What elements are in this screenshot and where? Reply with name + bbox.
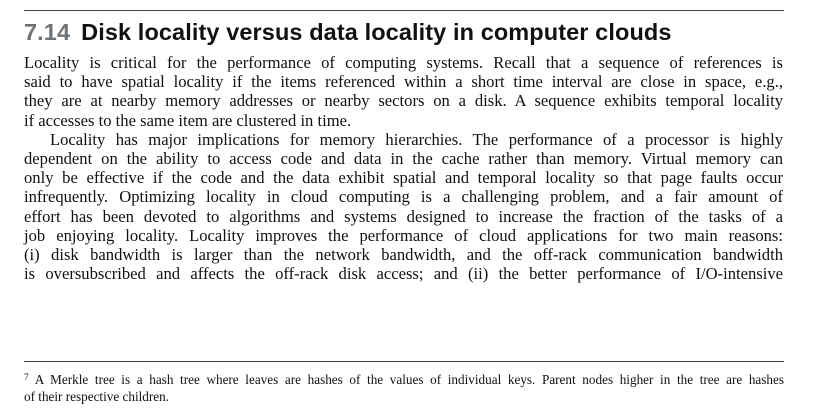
section-title: Disk locality versus data locality in co…: [81, 19, 672, 45]
text-line: Locality has major implications for memo…: [50, 129, 783, 149]
text-line: job enjoying locality. Locality improves…: [24, 225, 783, 245]
text-line: dependent on the ability to access code …: [24, 148, 783, 168]
body-text: Locality is critical for the performance…: [24, 53, 783, 283]
text-line: said to have spatial locality if the ite…: [24, 72, 783, 92]
text-line: effort has been devoted to algorithms an…: [24, 206, 783, 226]
book-page: 7.14 Disk locality versus data locality i…: [24, 0, 784, 417]
header-rule: [24, 10, 784, 11]
footnote-line: 7 A Merkle tree is a hash tree where leav…: [24, 370, 784, 389]
footnote-text: A Merkle tree is a hash tree where leave…: [34, 372, 784, 387]
text-line: only be effective if the code and the da…: [24, 168, 783, 188]
text-line: Locality is critical for the performance…: [24, 53, 783, 72]
footnote-marker: 7: [24, 373, 29, 383]
text-line: (i) disk bandwidth is larger than the ne…: [24, 244, 783, 264]
footnote: 7 A Merkle tree is a hash tree where leav…: [24, 370, 784, 405]
text-line: is oversubscribed and affects the off-ra…: [24, 264, 783, 284]
section-number: 7.14: [24, 19, 71, 45]
text-line: they are at nearby memory addresses or n…: [24, 91, 783, 111]
paragraph-2: Locality has major implications for memo…: [24, 130, 783, 284]
text-line: infrequently. Optimizing locality in clo…: [24, 187, 783, 207]
footnote-rule: [24, 361, 784, 362]
footnote-line: of their respective children.: [24, 388, 169, 404]
text-line: if accesses to the same item are cluster…: [24, 110, 352, 130]
paragraph-1: Locality is critical for the performance…: [24, 53, 783, 130]
section-heading: 7.14 Disk locality versus data locality i…: [24, 17, 672, 47]
